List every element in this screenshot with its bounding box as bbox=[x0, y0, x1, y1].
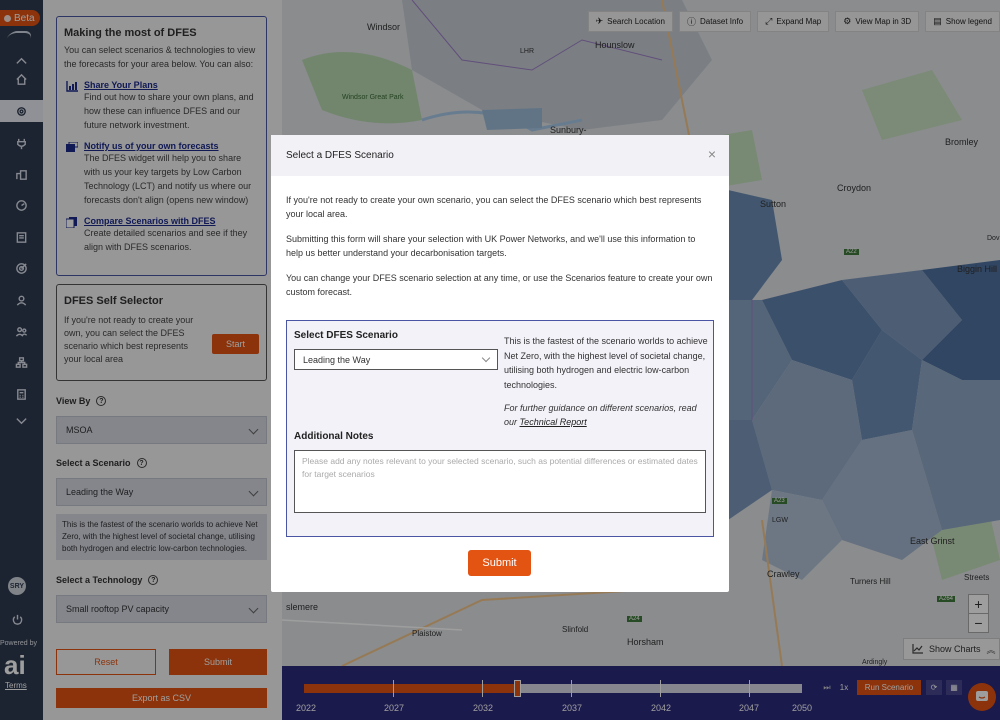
modal-paragraph-change: You can change your DFES scenario select… bbox=[286, 273, 713, 297]
modal-paragraph-submit: Submitting this form will share your sel… bbox=[286, 234, 696, 258]
scenario-form: Select DFES Scenario Leading the Way Thi… bbox=[286, 320, 714, 537]
modal-paragraph-intro: If you're not ready to create your own s… bbox=[286, 195, 702, 219]
scenario-modal: Select a DFES Scenario × If you're not r… bbox=[271, 135, 729, 592]
dfes-scenario-select[interactable]: Leading the Way bbox=[294, 349, 498, 370]
modal-submit-button[interactable]: Submit bbox=[468, 550, 531, 576]
scenario-description-text: This is the fastest of the scenario worl… bbox=[504, 336, 708, 390]
close-icon[interactable]: × bbox=[708, 146, 716, 162]
additional-notes-textarea[interactable]: Please add any notes relevant to your se… bbox=[294, 450, 706, 513]
select-scenario-label: Select DFES Scenario bbox=[294, 330, 398, 341]
chevron-down-icon bbox=[481, 353, 491, 363]
modal-body: If you're not ready to create your own s… bbox=[271, 176, 729, 299]
additional-notes-label: Additional Notes bbox=[294, 431, 374, 442]
dfes-scenario-value: Leading the Way bbox=[303, 354, 371, 365]
modal-title: Select a DFES Scenario bbox=[286, 150, 394, 161]
technical-report-link[interactable]: Technical Report bbox=[520, 417, 587, 427]
modal-header: Select a DFES Scenario × bbox=[271, 135, 729, 176]
guidance-text: For further guidance on different scenar… bbox=[504, 401, 709, 429]
